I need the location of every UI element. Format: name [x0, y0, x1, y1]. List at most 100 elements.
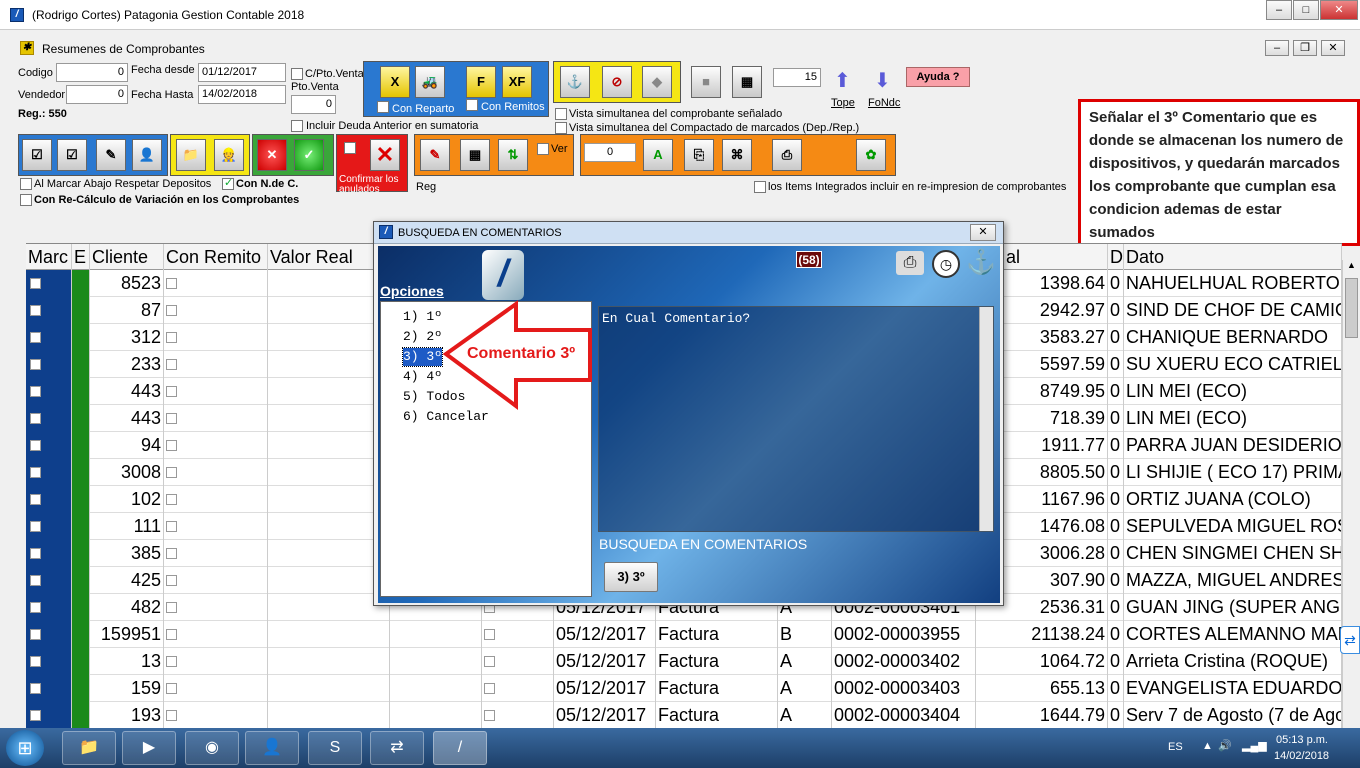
network-signal-icon[interactable]: ▂▄▆: [1242, 739, 1267, 752]
con-remito-cell[interactable]: [164, 459, 268, 486]
marc-checkbox[interactable]: [30, 548, 41, 559]
language-indicator[interactable]: ES: [1168, 741, 1183, 753]
col-marc[interactable]: Marc: [26, 244, 72, 270]
marc-cell[interactable]: [26, 405, 72, 432]
marc-checkbox[interactable]: [30, 305, 41, 316]
marc-checkbox[interactable]: [30, 656, 41, 667]
con-remito-cell[interactable]: [164, 378, 268, 405]
anular-button[interactable]: ✕: [370, 139, 400, 171]
clock-time[interactable]: 05:13 p.m.: [1276, 734, 1328, 746]
ptoventa-input[interactable]: 0: [291, 95, 336, 114]
confirm-anulados-checkbox[interactable]: [344, 142, 356, 154]
x-button[interactable]: X: [380, 66, 410, 98]
marc-checkbox[interactable]: [30, 629, 41, 640]
marc-cell[interactable]: [26, 540, 72, 567]
scroll-thumb[interactable]: [1345, 278, 1358, 338]
marc-cell[interactable]: [26, 459, 72, 486]
marc-cell[interactable]: [26, 621, 72, 648]
marc-cell[interactable]: [26, 270, 72, 297]
chrome-taskbar-icon[interactable]: ◉: [185, 731, 239, 765]
marc-checkbox[interactable]: [30, 332, 41, 343]
col-cliente[interactable]: Cliente: [90, 244, 164, 270]
window-grid-button[interactable]: ✿: [856, 139, 886, 171]
col-e[interactable]: E: [72, 244, 90, 270]
marc-checkbox[interactable]: [30, 710, 41, 721]
con-remito-cell[interactable]: [164, 540, 268, 567]
fecha-desde-input[interactable]: 01/12/2017: [198, 63, 286, 82]
con-remito-cell[interactable]: [164, 567, 268, 594]
al-marcar-checkbox[interactable]: [20, 178, 32, 190]
marc-checkbox[interactable]: [30, 278, 41, 289]
con-remito-cell[interactable]: [164, 594, 268, 621]
explorer-taskbar-icon[interactable]: 📁: [62, 731, 116, 765]
grid-vertical-scrollbar[interactable]: ▲: [1342, 260, 1360, 730]
marc-cell[interactable]: [26, 324, 72, 351]
folder-button[interactable]: 📁: [176, 139, 206, 171]
start-button[interactable]: ⊞: [6, 730, 44, 766]
con-remito-cell[interactable]: [164, 486, 268, 513]
marc-checkbox[interactable]: [30, 386, 41, 397]
con-remito-checkbox[interactable]: [166, 602, 177, 613]
marc-checkbox[interactable]: [30, 467, 41, 478]
marc-checkbox[interactable]: [30, 575, 41, 586]
anchor-icon[interactable]: ⚓: [966, 248, 996, 277]
con-remito-checkbox[interactable]: [166, 278, 177, 289]
row-checkbox[interactable]: [484, 656, 495, 667]
marc-checkbox[interactable]: [30, 359, 41, 370]
tope-icon[interactable]: ⬆: [834, 68, 851, 93]
con-remito-cell[interactable]: [164, 405, 268, 432]
comment-memo[interactable]: En Cual Comentario?: [598, 306, 994, 532]
row-checkbox[interactable]: [484, 710, 495, 721]
con-reparto-checkbox[interactable]: [377, 101, 389, 113]
con-remito-checkbox[interactable]: [166, 440, 177, 451]
col-dato[interactable]: Dato: [1124, 244, 1342, 270]
disabled-tool-button[interactable]: ■: [691, 66, 721, 98]
option-2[interactable]: 2) 2º: [403, 328, 442, 346]
no-anchor-button[interactable]: ⊘: [602, 66, 632, 98]
marc-cell[interactable]: [26, 648, 72, 675]
row-checkbox[interactable]: [484, 629, 495, 640]
codigo-input[interactable]: 0: [56, 63, 128, 82]
anchor-button[interactable]: ⚓: [560, 66, 590, 98]
col-d[interactable]: D: [1108, 244, 1124, 270]
media-player-taskbar-icon[interactable]: ▶: [122, 731, 176, 765]
marc-cell[interactable]: [26, 432, 72, 459]
con-remito-checkbox[interactable]: [166, 521, 177, 532]
select-all-button[interactable]: ☑: [22, 139, 52, 171]
con-remito-checkbox[interactable]: [166, 629, 177, 640]
vista1-checkbox[interactable]: [555, 108, 567, 120]
table-row[interactable]: 13 05/12/2017 Factura A 0002-00003402 1064.72…: [26, 648, 1342, 675]
memo-scrollbar[interactable]: [979, 307, 993, 531]
clock-date[interactable]: 14/02/2018: [1274, 750, 1329, 762]
marc-checkbox[interactable]: [30, 521, 41, 532]
con-remito-checkbox[interactable]: [166, 656, 177, 667]
network-button[interactable]: ⌘: [722, 139, 752, 171]
minimize-button[interactable]: –: [1266, 0, 1292, 20]
con-remito-checkbox[interactable]: [166, 386, 177, 397]
con-remito-cell[interactable]: [164, 648, 268, 675]
cancel-button[interactable]: ✕: [257, 139, 287, 171]
marc-cell[interactable]: [26, 675, 72, 702]
cpto-venta-checkbox[interactable]: [291, 68, 303, 80]
con-remito-cell[interactable]: [164, 675, 268, 702]
check-cell[interactable]: [482, 675, 554, 702]
check-cell[interactable]: [482, 621, 554, 648]
patagonia-taskbar-icon[interactable]: /: [433, 731, 487, 765]
con-remito-checkbox[interactable]: [166, 548, 177, 559]
marc-cell[interactable]: [26, 297, 72, 324]
check-cell[interactable]: [482, 702, 554, 729]
incluir-deuda-checkbox[interactable]: [291, 120, 303, 132]
child-close-button[interactable]: ✕: [1321, 40, 1345, 56]
con-remito-cell[interactable]: [164, 351, 268, 378]
con-remito-checkbox[interactable]: [166, 494, 177, 505]
disabled-shape-button[interactable]: ◆: [642, 66, 672, 98]
child-restore-button[interactable]: ❐: [1293, 40, 1317, 56]
col-con-remito[interactable]: Con Remito: [164, 244, 268, 270]
con-remito-cell[interactable]: [164, 297, 268, 324]
marc-checkbox[interactable]: [30, 494, 41, 505]
option-4[interactable]: 4) 4º: [403, 368, 442, 386]
worker-button[interactable]: 👷: [214, 139, 244, 171]
con-remito-cell[interactable]: [164, 270, 268, 297]
dialog-close-button[interactable]: ✕: [970, 224, 996, 241]
con-remito-checkbox[interactable]: [166, 467, 177, 478]
